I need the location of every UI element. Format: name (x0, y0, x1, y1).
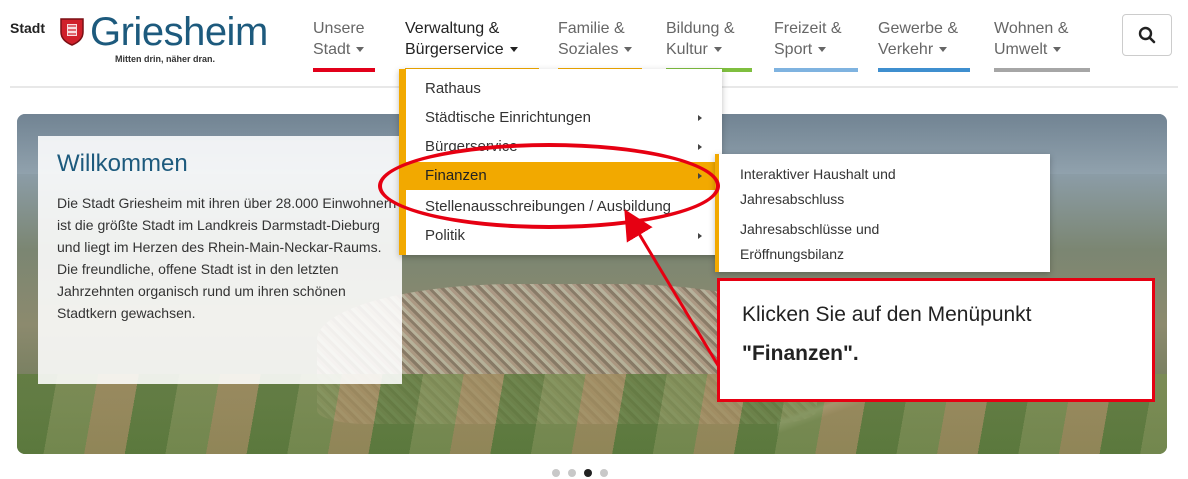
carousel-dot[interactable] (584, 469, 592, 477)
nav-color-bar (774, 68, 858, 72)
nav-item-line2: Soziales (558, 41, 619, 58)
chevron-down-icon (624, 47, 633, 53)
menu-item-label: Städtische Einrichtungen (425, 109, 591, 126)
nav-item-line1: Familie & (558, 20, 625, 37)
nav-item-unsere-stadt[interactable]: Unsere Stadt (313, 18, 375, 72)
annotation-highlight-oval (378, 143, 720, 229)
nav-item-line2: Bürgerservice (405, 41, 504, 58)
nav-item-line1: Wohnen & (994, 20, 1069, 37)
carousel-dot[interactable] (552, 469, 560, 477)
nav-item-gewerbe[interactable]: Gewerbe & Verkehr (878, 18, 970, 72)
welcome-title: Willkommen (57, 150, 188, 177)
chevron-right-icon (698, 144, 702, 150)
chevron-right-icon (698, 115, 702, 121)
nav-color-bar (878, 68, 970, 72)
callout-text-line2: "Finanzen". (742, 342, 859, 365)
submenu-item-jahresabschluesse[interactable]: Jahresabschlüsse und Eröffnungsbilanz (740, 217, 1040, 267)
welcome-box: Willkommen Die Stadt Griesheim mit ihren… (38, 136, 402, 384)
nav-item-line1: Unsere (313, 20, 365, 37)
carousel-dot[interactable] (600, 469, 608, 477)
nav-item-bildung[interactable]: Bildung & Kultur (666, 18, 752, 72)
nav-color-bar (994, 68, 1090, 72)
nav-item-line1: Freizeit & (774, 20, 842, 37)
chevron-down-icon (818, 47, 827, 53)
nav-item-freizeit[interactable]: Freizeit & Sport (774, 18, 858, 72)
menu-item-rathaus[interactable]: Rathaus (406, 75, 722, 103)
logo-name: Griesheim (90, 10, 268, 54)
submenu-item-line2: Eröffnungsbilanz (740, 246, 845, 262)
finanzen-submenu: Interaktiver Haushalt und Jahresabschlus… (715, 154, 1050, 272)
carousel-dot[interactable] (568, 469, 576, 477)
chevron-down-icon (1053, 47, 1062, 53)
instruction-callout: Klicken Sie auf den Menüpunkt "Finanzen"… (717, 278, 1155, 402)
welcome-text: Die Stadt Griesheim mit ihren über 28.00… (57, 195, 397, 321)
chevron-down-icon (713, 47, 722, 53)
chevron-down-icon (509, 47, 518, 53)
chevron-down-icon (356, 47, 365, 53)
nav-item-line1: Bildung & (666, 20, 735, 37)
nav-item-verwaltung[interactable]: Verwaltung & Bürgerservice (405, 18, 539, 72)
nav-item-line2: Verkehr (878, 41, 934, 58)
nav-item-line1: Gewerbe & (878, 20, 959, 37)
nav-item-line2: Umwelt (994, 41, 1048, 58)
menu-item-staedtische-einrichtungen[interactable]: Städtische Einrichtungen (406, 104, 722, 132)
nav-item-line2: Stadt (313, 41, 351, 58)
nav-item-familie[interactable]: Familie & Soziales (558, 18, 642, 72)
nav-item-line2: Sport (774, 41, 813, 58)
logo-prefix: Stadt (10, 20, 45, 36)
search-icon (1138, 26, 1156, 44)
callout-text-line1: Klicken Sie auf den Menüpunkt (742, 303, 1032, 326)
nav-color-bar (313, 68, 375, 72)
search-button[interactable] (1122, 14, 1172, 56)
menu-item-label: Politik (425, 227, 466, 244)
submenu-item-line2: Jahresabschluss (740, 191, 845, 207)
chevron-down-icon (939, 47, 948, 53)
submenu-item-line1: Interaktiver Haushalt und (740, 166, 896, 182)
menu-item-label: Rathaus (425, 80, 481, 97)
nav-item-wohnen[interactable]: Wohnen & Umwelt (994, 18, 1090, 72)
logo-tagline: Mitten drin, näher dran. (115, 54, 216, 64)
coat-of-arms-icon (60, 18, 84, 46)
submenu-item-line1: Jahresabschlüsse und (740, 221, 880, 237)
nav-item-line2: Kultur (666, 41, 708, 58)
chevron-right-icon (698, 233, 702, 239)
site-logo[interactable]: Stadt Griesheim Mitten drin, näher dran. (10, 10, 280, 70)
nav-item-line1: Verwaltung & (405, 20, 500, 37)
submenu-item-interaktiver-haushalt[interactable]: Interaktiver Haushalt und Jahresabschlus… (740, 162, 1040, 212)
